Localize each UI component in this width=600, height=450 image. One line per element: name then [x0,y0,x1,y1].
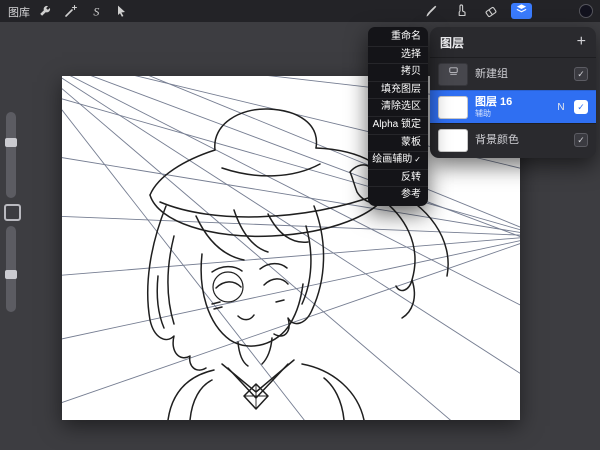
cursor-arrow-icon [114,4,128,18]
actions-button[interactable] [38,4,52,18]
opacity-slider-handle[interactable] [5,270,17,279]
background-thumbnail [438,129,468,152]
check-icon: ✓ [577,69,585,80]
menu-item-fill-layer[interactable]: 填充图层 [368,82,428,100]
menu-item-clear[interactable]: 清除选区 [368,99,428,117]
check-icon: ✓ [577,135,585,146]
paintbrush-icon [424,4,438,18]
layers-panel-header: 图层 + [430,27,596,57]
layer-name: 新建组 [475,68,567,81]
menu-item-drawing-assist[interactable]: 绘画辅助✓ [368,152,428,170]
layer-name: 图层 16 [475,96,548,109]
opacity-slider[interactable] [6,226,16,312]
magic-wand-icon [64,4,78,18]
smudge-finger-icon [454,4,468,18]
smudge-button[interactable] [454,4,468,18]
menu-item-reference[interactable]: 参考 [368,187,428,204]
layer-assist-badge: 辅助 [475,109,548,118]
brush-button[interactable] [424,4,438,18]
layer-row-background[interactable]: 背景颜色 ✓ [430,123,596,156]
color-swatch-button[interactable] [579,4,593,18]
modify-button[interactable] [4,204,21,221]
svg-text:S: S [93,5,99,18]
menu-item-alpha-lock[interactable]: Alpha 锁定 [368,117,428,135]
wrench-icon [38,4,52,18]
layers-panel: 图层 + 新建组 ✓ 图层 16 辅助 N ✓ 背景颜色 ✓ [430,27,596,158]
menu-item-label: 绘画辅助 [372,154,412,165]
check-icon: ✓ [577,102,585,113]
layer-visibility-checkbox[interactable]: ✓ [574,67,588,81]
menu-item-rename[interactable]: 重命名 [368,29,428,47]
blend-mode-button[interactable]: N [555,102,567,113]
folder-stack-icon [447,65,460,83]
layer-row-layer-16[interactable]: 图层 16 辅助 N ✓ [430,90,596,123]
top-toolbar: 图库 S [0,0,600,22]
selection-button[interactable]: S [90,4,104,18]
layer-visibility-checkbox[interactable]: ✓ [574,100,588,114]
menu-item-copy[interactable]: 拷贝 [368,64,428,82]
add-layer-button[interactable]: + [577,34,586,50]
layers-stack-icon [515,2,528,20]
adjustments-button[interactable] [64,4,78,18]
layer-options-menu: 重命名 选择 拷贝 填充图层 清除选区 Alpha 锁定 蒙板 绘画辅助✓ 反转… [368,27,428,206]
menu-item-mask[interactable]: 蒙板 [368,135,428,153]
layer-thumbnail [438,96,468,119]
layers-panel-title: 图层 [440,34,577,51]
transform-button[interactable] [114,4,128,18]
brush-size-slider-handle[interactable] [5,138,17,147]
group-thumbnail [438,63,468,86]
gallery-button[interactable]: 图库 [8,4,30,20]
eraser-button[interactable] [484,4,498,18]
layers-button[interactable] [511,3,532,19]
brush-size-slider[interactable] [6,112,16,198]
eraser-icon [484,4,498,18]
layer-row-group[interactable]: 新建组 ✓ [430,57,596,90]
selection-s-icon: S [90,4,104,18]
layer-name: 背景颜色 [475,134,567,147]
layer-visibility-checkbox[interactable]: ✓ [574,133,588,147]
menu-item-invert[interactable]: 反转 [368,170,428,188]
menu-item-select[interactable]: 选择 [368,47,428,65]
checkmark-icon: ✓ [414,155,421,164]
